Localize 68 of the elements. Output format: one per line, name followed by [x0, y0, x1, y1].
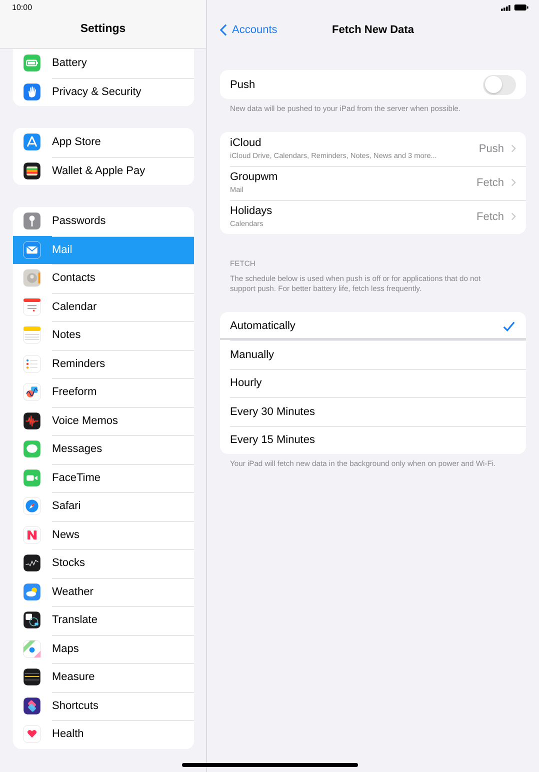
chevron-icon [511, 178, 516, 188]
list-icon [23, 354, 41, 373]
sidebar-item[interactable]: Health [13, 720, 194, 748]
battery-icon [23, 54, 41, 72]
sidebar-item[interactable]: Battery [13, 49, 194, 78]
sidebar-item[interactable]: Calendar [13, 292, 194, 321]
freeform-icon [23, 383, 41, 402]
account-name: Groupwm [230, 171, 279, 184]
sidebar-item[interactable]: Passwords [13, 207, 194, 236]
checkmark-icon [503, 320, 515, 332]
sidebar-title: Settings [79, 23, 127, 35]
sidebar-item[interactable]: FaceTime [13, 464, 194, 492]
person-icon [23, 269, 41, 288]
battery-icon [514, 4, 529, 11]
chevron-icon [511, 144, 516, 154]
push-toggle[interactable] [483, 74, 516, 94]
status-time: 10:00 [11, 2, 34, 12]
wallet-icon [23, 162, 41, 180]
sidebar-item[interactable]: Freeform [13, 378, 194, 406]
sidebar-item[interactable]: Weather [13, 578, 194, 606]
back-link[interactable]: Accounts [220, 24, 278, 36]
sidebar-item[interactable]: News [13, 520, 194, 549]
sidebar-item[interactable]: Wallet & Apple Pay [13, 156, 194, 185]
push-label: Push [230, 78, 256, 90]
sidebar-item[interactable]: App Store [13, 128, 194, 156]
sidebar-item[interactable]: Stocks [13, 549, 194, 578]
compass-icon [23, 497, 41, 516]
speech-bubble-icon [23, 440, 41, 458]
sidebar-item[interactable]: Voice Memos [13, 406, 194, 435]
sidebar-item[interactable]: Messages [13, 435, 194, 464]
notes-icon [23, 326, 41, 344]
chart-icon [23, 554, 41, 572]
cloud-sun-icon [23, 582, 41, 601]
sidebar-item[interactable]: Measure [13, 663, 194, 692]
map-icon [23, 640, 41, 658]
fetch-option[interactable]: Every 15 Minutes [220, 426, 526, 454]
sidebar-item[interactable]: Shortcuts [13, 692, 194, 720]
fetch-option[interactable]: Hourly [220, 368, 526, 398]
fetch-option[interactable]: Every 30 Minutes [220, 397, 526, 426]
account-value: Fetch [476, 176, 504, 189]
sidebar-item[interactable]: Notes [13, 321, 194, 350]
translate-icon [23, 611, 41, 630]
back-chevron-icon [220, 24, 227, 36]
sidebar-item[interactable]: Reminders [13, 350, 194, 378]
page-title: Fetch New Data [332, 24, 414, 36]
calendar-icon [23, 298, 41, 316]
account-name: iCloud [230, 137, 262, 150]
key-icon [23, 212, 41, 230]
hand-icon [23, 82, 41, 101]
sidebar-item[interactable]: Translate [13, 606, 194, 634]
sidebar-item[interactable]: Safari [13, 492, 194, 520]
waveform-icon [23, 412, 41, 430]
account-value: Push [478, 142, 504, 155]
chevron-icon [511, 212, 516, 222]
fetch-option[interactable]: Automatically [220, 312, 526, 340]
sidebar-item[interactable]: Maps [13, 634, 194, 663]
news-icon [23, 526, 41, 544]
signal-icon [501, 4, 511, 10]
envelope-icon [23, 240, 41, 259]
app-store-icon [23, 133, 41, 152]
ruler-icon [23, 668, 41, 686]
layers-icon [23, 696, 41, 715]
account-value: Fetch [476, 210, 504, 223]
fetch-option[interactable]: Manually [220, 340, 526, 369]
sidebar-item[interactable]: Privacy & Security [13, 78, 194, 106]
account-name: Holidays [230, 205, 274, 218]
video-camera-icon [23, 468, 41, 487]
sidebar-item[interactable]: Contacts [13, 264, 194, 292]
